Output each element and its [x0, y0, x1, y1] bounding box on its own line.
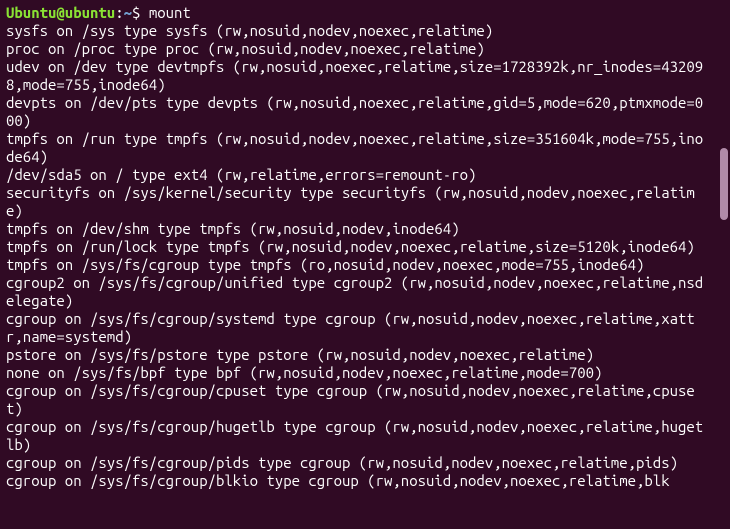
output-line: /dev/sda5 on / type ext4 (rw,relatime,er… [6, 166, 476, 183]
output-line: tmpfs on /run type tmpfs (rw,nosuid,node… [6, 130, 703, 165]
output-line: pstore on /sys/fs/pstore type pstore (rw… [6, 346, 594, 363]
output-line: cgroup on /sys/fs/cgroup/hugetlb type cg… [6, 418, 703, 453]
output-line: cgroup on /sys/fs/cgroup/blkio type cgro… [6, 472, 670, 489]
output-line: sysfs on /sys type sysfs (rw,nosuid,node… [6, 22, 493, 39]
output-line: devpts on /dev/pts type devpts (rw,nosui… [6, 94, 703, 129]
output-line: udev on /dev type devtmpfs (rw,nosuid,no… [6, 58, 703, 93]
scrollbar-thumb[interactable] [720, 148, 728, 220]
output-line: tmpfs on /dev/shm type tmpfs (rw,nosuid,… [6, 220, 460, 237]
output-line: tmpfs on /run/lock type tmpfs (rw,nosuid… [6, 238, 695, 255]
output-line: cgroup on /sys/fs/cgroup/systemd type cg… [6, 310, 695, 345]
output-line: cgroup on /sys/fs/cgroup/pids type cgrou… [6, 454, 678, 471]
terminal-viewport[interactable]: Ubuntu@ubuntu:~$ mount sysfs on /sys typ… [0, 0, 712, 521]
output-line: cgroup on /sys/fs/cgroup/cpuset type cgr… [6, 382, 695, 417]
output-line: none on /sys/fs/bpf type bpf (rw,nosuid,… [6, 364, 602, 381]
prompt-user: Ubuntu@ubuntu [6, 4, 115, 21]
output-line: securityfs on /sys/kernel/security type … [6, 184, 695, 219]
output-line: cgroup2 on /sys/fs/cgroup/unified type c… [6, 274, 703, 309]
output-line: proc on /proc type proc (rw,nosuid,nodev… [6, 40, 485, 57]
prompt-symbol: $ [132, 4, 149, 21]
prompt-separator: : [115, 4, 123, 21]
prompt-path: ~ [124, 4, 132, 21]
output-line: tmpfs on /sys/fs/cgroup type tmpfs (ro,n… [6, 256, 644, 273]
command-text: mount [149, 4, 191, 21]
